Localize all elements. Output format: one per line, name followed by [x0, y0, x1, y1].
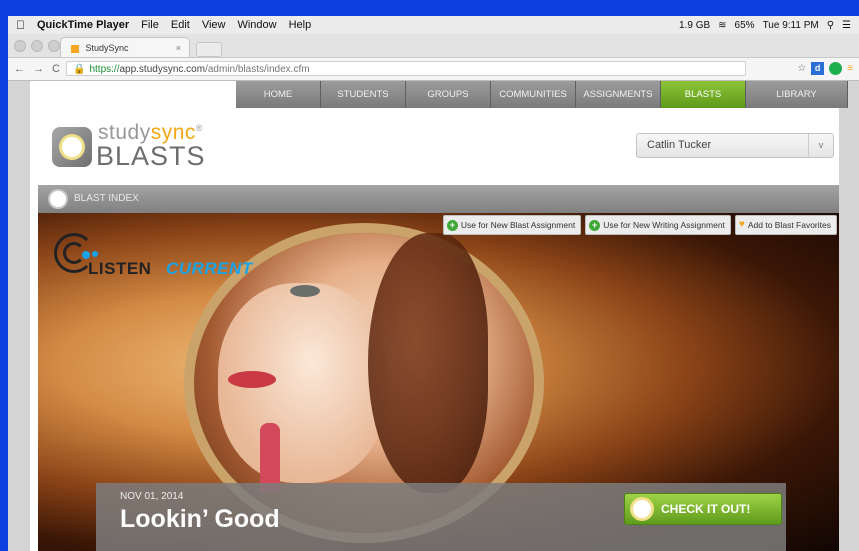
logo-dot-small: [92, 251, 98, 257]
nav-library[interactable]: LIBRARY: [746, 81, 848, 108]
browser-tab[interactable]: StudySync ×: [60, 37, 190, 57]
hero-image-lips: [228, 371, 276, 388]
hero-image-hair: [368, 233, 488, 493]
close-window-button[interactable]: [14, 40, 26, 52]
battery-status[interactable]: 65%: [735, 20, 755, 31]
main-nav: HOME STUDENTS GROUPS COMMUNITIES ASSIGNM…: [236, 81, 848, 108]
blast-hero: LISTEN CURRENT + Use for New Blast Assig…: [38, 213, 839, 551]
favicon-icon: [71, 44, 79, 53]
forward-button[interactable]: →: [33, 63, 44, 75]
screen:  QuickTime Player File Edit View Window…: [8, 16, 859, 551]
apple-menu-icon[interactable]: : [16, 18, 25, 32]
lock-icon: 🔒: [73, 64, 86, 75]
nav-assignments[interactable]: ASSIGNMENTS: [576, 81, 661, 108]
menu-file[interactable]: File: [141, 19, 159, 31]
page-viewport: HOME STUDENTS GROUPS COMMUNITIES ASSIGNM…: [8, 81, 859, 551]
logo-blasts: BLASTS: [96, 141, 206, 171]
action-label: Use for New Writing Assignment: [603, 220, 725, 230]
menu-help[interactable]: Help: [289, 19, 312, 31]
url-scheme: https://: [89, 64, 120, 75]
menu-edit[interactable]: Edit: [171, 19, 190, 31]
nav-blasts[interactable]: BLASTS: [661, 81, 746, 108]
minimize-window-button[interactable]: [31, 40, 43, 52]
blast-date: NOV 01, 2014: [120, 491, 184, 502]
heart-icon: ♥: [738, 219, 745, 230]
spotlight-search-icon[interactable]: ⚲: [827, 20, 834, 31]
user-dropdown[interactable]: Catlin Tucker v: [636, 133, 834, 158]
blast-caption-panel: NOV 01, 2014 Lookin’ Good CHECK IT OUT!: [96, 483, 786, 551]
extension-green-icon[interactable]: [829, 62, 843, 75]
action-label: Use for New Blast Assignment: [460, 220, 576, 230]
section-title: BLAST INDEX: [74, 193, 139, 204]
new-blast-assignment-button[interactable]: + Use for New Blast Assignment: [442, 215, 582, 235]
memory-status: 1.9 GB: [679, 19, 711, 31]
chrome-menu-icon[interactable]: ≡: [847, 63, 853, 74]
nav-buttons: ← → C: [14, 63, 60, 75]
nav-groups[interactable]: GROUPS: [406, 81, 491, 108]
blast-title[interactable]: Lookin’ Good: [120, 505, 280, 534]
chevron-down-icon[interactable]: v: [808, 134, 833, 157]
macos-menubar:  QuickTime Player File Edit View Window…: [8, 16, 859, 34]
zoom-window-button[interactable]: [48, 40, 60, 52]
window-controls: [14, 40, 60, 52]
clock[interactable]: Tue 9:11 PM: [763, 20, 819, 31]
page-content: HOME STUDENTS GROUPS COMMUNITIES ASSIGNM…: [30, 81, 848, 551]
notification-center-icon[interactable]: ☰: [842, 20, 851, 31]
browser-tabbar: StudySync ×: [8, 34, 859, 58]
add-to-favorites-button[interactable]: ♥ Add to Blast Favorites: [734, 215, 837, 235]
sunburst-logo-icon: [52, 127, 92, 167]
plus-icon: +: [589, 219, 601, 231]
reload-button[interactable]: C: [52, 63, 60, 75]
tab-title: StudySync: [85, 43, 129, 53]
studysync-blasts-logo[interactable]: studysync® BLASTS: [48, 121, 238, 171]
logo-dot: [82, 251, 90, 259]
url-path: /admin/blasts/index.cfm: [205, 64, 310, 75]
browser-toolbar: ← → C 🔒 https://app.studysync.com/admin/b…: [8, 58, 859, 81]
address-bar[interactable]: 🔒 https://app.studysync.com/admin/blasts/…: [66, 61, 746, 76]
new-tab-button[interactable]: [196, 42, 222, 57]
tab-close-button[interactable]: ×: [176, 38, 181, 58]
bookmark-star-icon[interactable]: ☆: [797, 63, 806, 74]
cta-label: CHECK IT OUT!: [661, 502, 751, 516]
blast-index-header: BLAST INDEX: [38, 185, 839, 213]
app-menu[interactable]: QuickTime Player: [37, 19, 129, 31]
nav-students[interactable]: STUDENTS: [321, 81, 406, 108]
plus-icon: +: [446, 219, 458, 231]
hero-image-eye: [290, 285, 320, 297]
extensions: ☆ d ≡: [797, 62, 853, 75]
url-host: app.studysync.com: [119, 64, 206, 75]
blast-actions: + Use for New Blast Assignment + Use for…: [442, 215, 837, 235]
check-it-out-button[interactable]: CHECK IT OUT!: [624, 493, 782, 525]
logo-listen: LISTEN: [88, 259, 152, 278]
action-label: Add to Blast Favorites: [747, 220, 831, 230]
sunburst-icon: [50, 191, 66, 207]
nav-communities[interactable]: COMMUNITIES: [491, 81, 576, 108]
user-name: Catlin Tucker: [647, 139, 712, 151]
new-writing-assignment-button[interactable]: + Use for New Writing Assignment: [585, 215, 731, 235]
wifi-icon[interactable]: ≋: [718, 20, 726, 31]
menu-view[interactable]: View: [202, 19, 226, 31]
nav-home[interactable]: HOME: [236, 81, 321, 108]
back-button[interactable]: ←: [14, 63, 25, 75]
menu-window[interactable]: Window: [237, 19, 276, 31]
sunburst-icon: [633, 500, 651, 518]
logo-current: CURRENT: [166, 259, 253, 278]
menubar-status: 1.9 GB ≋ 65% Tue 9:11 PM ⚲ ☰: [679, 20, 859, 31]
extension-d-icon[interactable]: d: [811, 62, 825, 75]
